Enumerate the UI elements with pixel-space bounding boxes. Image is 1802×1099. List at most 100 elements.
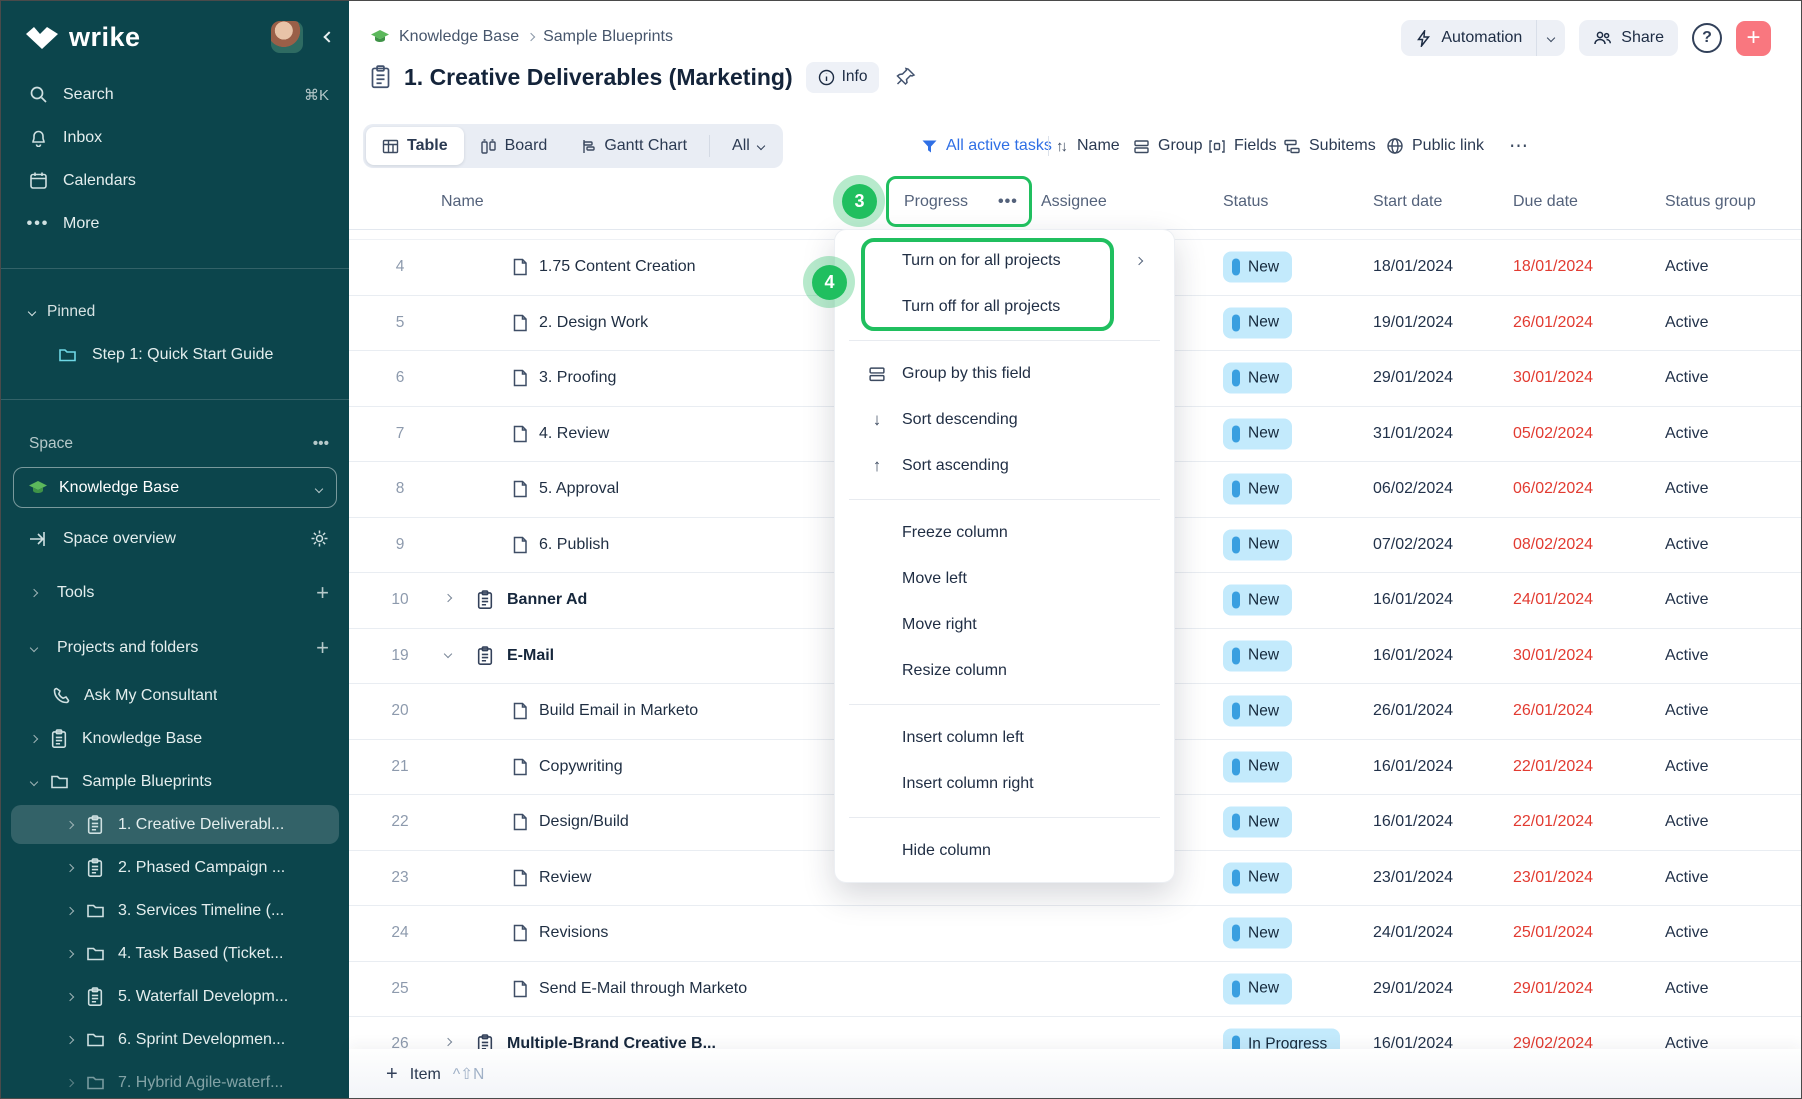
space-selector[interactable]: Knowledge Base	[13, 467, 337, 508]
tab-table[interactable]: Table	[366, 127, 464, 165]
sidebar-tree-item[interactable]: 2. Phased Campaign ...	[1, 846, 349, 889]
menu-item-group-by-this-field[interactable]: Group by this field	[835, 351, 1174, 397]
fields-control[interactable]: Fields	[1208, 123, 1277, 169]
sidebar-tree-item[interactable]: Ask My Consultant	[1, 674, 349, 717]
add-tool-button[interactable]: +	[316, 580, 329, 606]
status-badge[interactable]: New	[1223, 529, 1292, 560]
task-name[interactable]: Send E-Mail through Marketo	[539, 980, 747, 998]
automation-button[interactable]: Automation	[1401, 20, 1565, 56]
task-name[interactable]: 5. Approval	[539, 480, 619, 498]
menu-item-turn-on-for-all-projects[interactable]: Turn on for all projects	[835, 238, 1174, 284]
sidebar-item-calendars[interactable]: Calendars	[1, 159, 349, 202]
row-expand-chevron[interactable]	[444, 594, 452, 602]
table-row[interactable]: 25Send E-Mail through MarketoNew29/01/20…	[349, 962, 1801, 1018]
tab-gantt-chart[interactable]: Gantt Chart	[563, 127, 703, 165]
chevron-down-icon[interactable]	[30, 777, 38, 785]
row-expand-chevron[interactable]	[444, 650, 452, 658]
breadcrumb-sample-blueprints[interactable]: Sample Blueprints	[543, 28, 673, 46]
chevron-right-icon[interactable]	[30, 734, 38, 742]
column-header-due-date[interactable]: Due date	[1513, 193, 1578, 211]
sidebar-item-search[interactable]: Search⌘K	[1, 73, 349, 116]
status-badge[interactable]: New	[1223, 252, 1292, 283]
pin-icon[interactable]	[896, 67, 916, 87]
sidebar-tree-item[interactable]: Knowledge Base	[1, 717, 349, 760]
sidebar-tree-item[interactable]: 4. Task Based (Ticket...	[1, 932, 349, 975]
chevron-right-icon[interactable]	[66, 949, 74, 957]
chevron-right-icon[interactable]	[66, 906, 74, 914]
breadcrumb-knowledge-base[interactable]: Knowledge Base	[399, 28, 519, 46]
status-badge[interactable]: New	[1223, 696, 1292, 727]
task-name[interactable]: E-Mail	[507, 647, 554, 665]
tab-all-dropdown[interactable]: All	[716, 127, 780, 165]
chevron-right-icon[interactable]	[66, 1078, 74, 1086]
automation-dropdown[interactable]	[1536, 20, 1565, 56]
add-project-button[interactable]: +	[316, 635, 329, 661]
sidebar-collapse-button[interactable]	[325, 28, 333, 46]
sidebar-tree-item[interactable]: 3. Services Timeline (...	[1, 889, 349, 932]
sidebar-item-space-overview[interactable]: Space overview	[1, 517, 349, 560]
task-name[interactable]: 3. Proofing	[539, 369, 616, 387]
menu-item-sort-ascending[interactable]: ↑Sort ascending	[835, 443, 1174, 489]
help-button[interactable]: ?	[1692, 23, 1722, 53]
info-button[interactable]: Info	[806, 62, 880, 93]
add-item-plus-icon[interactable]: +	[386, 1063, 398, 1086]
task-name[interactable]: 1.75 Content Creation	[539, 258, 696, 276]
status-badge[interactable]: New	[1223, 363, 1292, 394]
add-item-button[interactable]: Item	[410, 1066, 441, 1084]
status-badge[interactable]: New	[1223, 807, 1292, 838]
sidebar-tree-item[interactable]: Sample Blueprints	[1, 760, 349, 803]
column-header-start-date[interactable]: Start date	[1373, 193, 1442, 211]
chevron-right-icon[interactable]	[66, 820, 74, 828]
sort-control[interactable]: ↑↓ Name	[1056, 123, 1120, 169]
task-name[interactable]: 2. Design Work	[539, 314, 648, 332]
status-badge[interactable]: New	[1223, 973, 1292, 1004]
status-badge[interactable]: New	[1223, 751, 1292, 782]
chevron-right-icon[interactable]	[66, 1035, 74, 1043]
menu-item-move-left[interactable]: Move left	[835, 556, 1174, 602]
filter-control[interactable]: All active tasks	[921, 123, 1052, 169]
sidebar-item-more[interactable]: •••More	[1, 202, 349, 245]
tab-board[interactable]: Board	[464, 127, 564, 165]
column-header-status-group[interactable]: Status group	[1665, 193, 1756, 211]
share-button[interactable]: Share	[1579, 20, 1678, 56]
task-name[interactable]: Revisions	[539, 924, 608, 942]
pinned-section-header[interactable]: Pinned	[1, 290, 349, 333]
task-name[interactable]: 6. Publish	[539, 536, 609, 554]
menu-item-freeze-column[interactable]: Freeze column	[835, 510, 1174, 556]
sidebar-item-tools[interactable]: Tools +	[1, 571, 349, 614]
status-badge[interactable]: New	[1223, 307, 1292, 338]
avatar[interactable]	[271, 21, 303, 53]
status-badge[interactable]: New	[1223, 474, 1292, 505]
task-name[interactable]: Design/Build	[539, 813, 629, 831]
status-badge[interactable]: New	[1223, 918, 1292, 949]
task-name[interactable]: Banner Ad	[507, 591, 587, 609]
gear-icon[interactable]	[310, 529, 329, 548]
sidebar-tree-item[interactable]: 6. Sprint Developmen...	[1, 1018, 349, 1061]
space-more-button[interactable]: •••	[313, 435, 329, 453]
status-badge[interactable]: New	[1223, 862, 1292, 893]
column-header-assignee[interactable]: Assignee	[1041, 193, 1107, 211]
menu-item-turn-off-for-all-projects[interactable]: Turn off for all projects	[835, 284, 1174, 330]
task-name[interactable]: Review	[539, 869, 591, 887]
sidebar-tree-item[interactable]: 7. Hybrid Agile-waterf...	[1, 1061, 349, 1099]
sidebar-tree-item[interactable]: 1. Creative Deliverabl...	[1, 803, 349, 846]
toolbar-more-button[interactable]: ⋯	[1509, 123, 1528, 169]
sidebar-tree-item[interactable]: 5. Waterfall Developm...	[1, 975, 349, 1018]
menu-item-sort-descending[interactable]: ↓Sort descending	[835, 397, 1174, 443]
status-badge[interactable]: New	[1223, 418, 1292, 449]
status-badge[interactable]: New	[1223, 585, 1292, 616]
column-header-progress[interactable]: Progress	[904, 193, 968, 211]
sidebar-item-projects-folders[interactable]: Projects and folders +	[1, 626, 349, 669]
task-name[interactable]: Build Email in Marketo	[539, 702, 698, 720]
subitems-control[interactable]: Subitems	[1283, 123, 1376, 169]
task-name[interactable]: Copywriting	[539, 758, 623, 776]
chevron-right-icon[interactable]	[66, 992, 74, 1000]
create-button[interactable]: +	[1736, 21, 1771, 56]
row-expand-chevron[interactable]	[444, 1038, 452, 1046]
group-control[interactable]: Group	[1133, 123, 1202, 169]
public-link-control[interactable]: Public link	[1386, 123, 1484, 169]
task-name[interactable]: 4. Review	[539, 425, 609, 443]
table-row[interactable]: 24RevisionsNew24/01/202425/01/2024Active	[349, 906, 1801, 962]
column-header-name[interactable]: Name	[441, 193, 484, 211]
menu-item-insert-column-right[interactable]: Insert column right	[835, 761, 1174, 807]
